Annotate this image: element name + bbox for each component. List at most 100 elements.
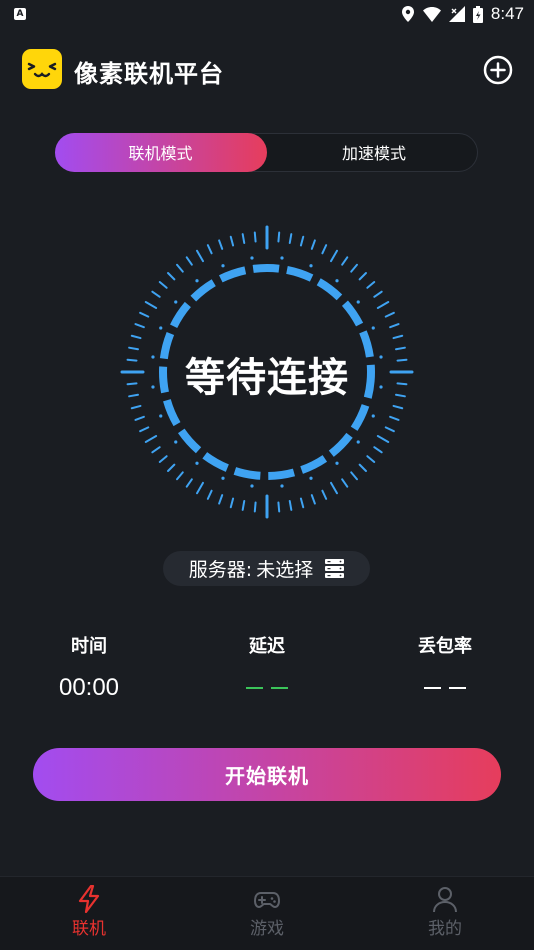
dial-tick <box>350 471 358 481</box>
dial-tick <box>288 500 293 511</box>
dial-dot <box>250 484 254 488</box>
dial-dot <box>195 461 199 465</box>
dial-tick <box>167 463 176 472</box>
dial-dot <box>221 264 225 268</box>
dial-tick <box>158 281 168 289</box>
user-icon <box>433 887 457 913</box>
dial-dot <box>335 279 339 283</box>
dial-tick <box>366 281 376 289</box>
nav-item-profile[interactable]: 我的 <box>395 885 495 939</box>
dial-dot <box>250 256 254 260</box>
dial-tick <box>134 415 145 421</box>
dial-tick <box>341 256 349 266</box>
dial-tick <box>341 478 349 488</box>
nav-label-profile: 我的 <box>428 919 462 939</box>
server-selector[interactable]: 服务器: 未选择 <box>163 551 370 586</box>
dial-tick <box>350 263 358 273</box>
dial-tick <box>392 404 404 410</box>
dial-tick <box>321 244 328 255</box>
dial-tick <box>277 231 281 243</box>
dial-tick <box>358 272 367 281</box>
dial-tick <box>151 446 161 454</box>
server-icon <box>325 559 345 578</box>
start-connect-button[interactable]: 开始联机 <box>33 748 501 801</box>
dial-tick <box>130 334 142 340</box>
dial-tick <box>206 244 213 255</box>
dial-tick <box>373 446 383 454</box>
dial-tick <box>144 301 158 309</box>
latency-placeholder <box>197 674 337 689</box>
dial-tick <box>241 500 246 511</box>
dial-tick <box>253 501 257 513</box>
stat-time-value: 00:00 <box>58 674 120 701</box>
dial-dot <box>309 476 313 480</box>
stat-latency-value <box>197 674 337 702</box>
server-value: 未选择 <box>256 559 314 581</box>
dial-tick <box>373 290 383 298</box>
dial-dot <box>159 326 163 330</box>
tab-accelerate-mode[interactable]: 加速模式 <box>268 133 480 172</box>
dial-tick <box>392 334 404 340</box>
dial-tick <box>358 463 367 472</box>
dial-tick <box>229 235 235 247</box>
dial-tick <box>229 497 235 509</box>
battery-icon <box>472 5 483 23</box>
dial-tick <box>321 489 328 500</box>
dial-tick <box>185 256 193 266</box>
dial-tick <box>151 290 161 298</box>
a-icon: A <box>14 8 26 20</box>
dial-tick <box>376 435 390 443</box>
app-logo <box>22 49 62 89</box>
dial-tick <box>218 494 224 505</box>
nav-label-connect: 联机 <box>72 919 106 939</box>
nav-item-connect[interactable]: 联机 <box>39 885 139 939</box>
mode-toggle: 联机模式 加速模式 <box>54 132 480 172</box>
stat-latency-label: 延迟 <box>249 636 285 657</box>
dial-tick <box>176 263 184 273</box>
dial-dot <box>280 256 284 260</box>
nav-item-games[interactable]: 游戏 <box>217 885 317 939</box>
dial-tick <box>376 301 390 309</box>
dial-tick <box>330 249 338 263</box>
dial-tick <box>130 404 142 410</box>
app-title: 像素联机平台 <box>74 60 224 88</box>
dial-tick <box>158 455 168 463</box>
dial-dot <box>221 476 225 480</box>
dial-dot <box>174 300 178 304</box>
dial-dot <box>356 440 360 444</box>
app-header: 像素联机平台 <box>0 48 534 92</box>
dial-dot <box>371 414 375 418</box>
dial-tick <box>176 471 184 481</box>
dial-dot <box>174 440 178 444</box>
dial-tick <box>139 311 150 318</box>
dial-tick <box>185 478 193 488</box>
dial-tick <box>389 323 400 329</box>
dial-dot <box>280 484 284 488</box>
nav-label-games: 游戏 <box>250 919 284 939</box>
lightning-icon <box>78 885 100 913</box>
plus-circle-icon[interactable] <box>482 54 514 86</box>
tab-online-mode[interactable]: 联机模式 <box>54 132 267 172</box>
dial-dot <box>335 461 339 465</box>
connection-status: 等待连接 <box>185 355 349 401</box>
stat-time: 时间 00:00 <box>19 632 159 702</box>
dial-tick <box>218 239 224 250</box>
dial-tick <box>299 235 305 247</box>
smiley-face-icon <box>27 62 57 78</box>
dial-tick <box>196 481 204 495</box>
dial-tick <box>134 323 145 329</box>
stat-packet-loss: 丢包率 <box>375 632 515 702</box>
dial-tick <box>206 489 213 500</box>
status-bar: A 8:47 <box>0 0 534 28</box>
dial-dot <box>356 300 360 304</box>
dial-tick <box>167 272 176 281</box>
dial-tick <box>384 311 395 318</box>
dial-tick <box>253 231 257 243</box>
gamepad-icon <box>253 892 281 909</box>
dial-tick <box>299 497 305 509</box>
signal-icon <box>448 6 465 22</box>
dial-tick <box>139 426 150 433</box>
packet-loss-placeholder <box>375 674 515 689</box>
dial-tick <box>330 481 338 495</box>
dial-tick <box>288 233 293 244</box>
